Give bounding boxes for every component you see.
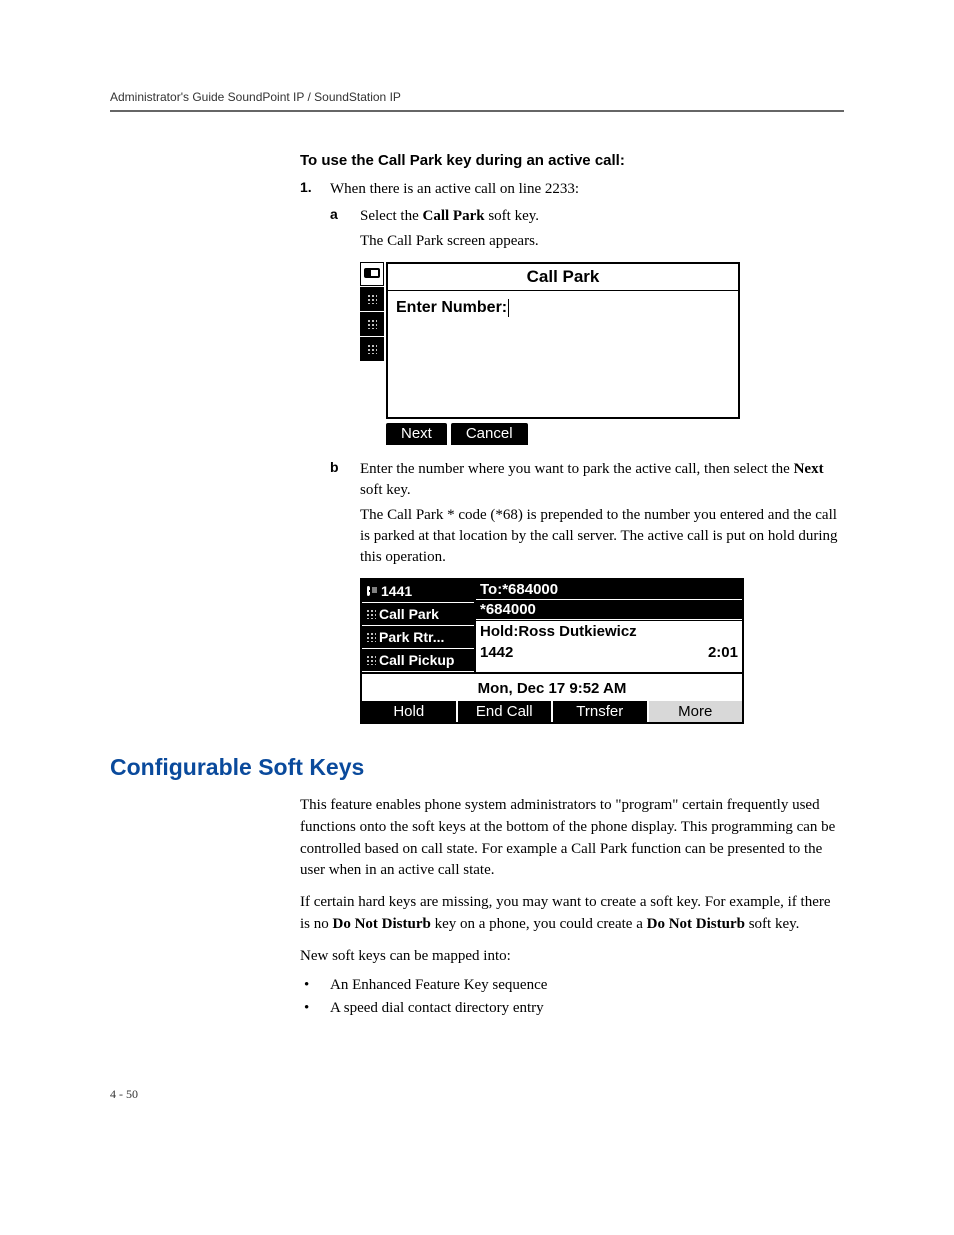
line-label: Call Pickup — [379, 652, 454, 668]
text: key on a phone, you could create a — [431, 916, 647, 932]
call-to-line: To:*684000 — [476, 580, 742, 600]
softkey-endcall[interactable]: End Call — [458, 701, 554, 722]
keypad-icon — [366, 655, 376, 665]
screen-title: Call Park — [388, 264, 738, 291]
substep-b-result: The Call Park * code (*68) is prepended … — [360, 505, 844, 568]
keypad-icon — [366, 609, 376, 619]
call-number-line: *684000 — [476, 600, 742, 620]
substep-a-result: The Call Park screen appears. — [360, 231, 844, 252]
bullet-icon: • — [300, 1000, 330, 1017]
line-key-ext[interactable]: 1441 — [362, 580, 474, 603]
running-header: Administrator's Guide SoundPoint IP / So… — [110, 90, 844, 112]
substep-b: b Enter the number where you want to par… — [330, 459, 844, 501]
text: Enter the number where you want to park … — [360, 461, 794, 477]
substep-marker: a — [330, 206, 360, 227]
paragraph: If certain hard keys are missing, you ma… — [300, 892, 844, 936]
step-number: 1. — [300, 179, 330, 200]
hold-name-row: Hold:Ross Dutkiewicz — [476, 620, 742, 642]
paragraph: This feature enables phone system admini… — [300, 795, 844, 882]
softkey-more[interactable]: More — [649, 701, 743, 722]
keypad-icon — [366, 632, 376, 642]
substep-text: Select the Call Park soft key. — [360, 206, 539, 227]
text: soft key. — [485, 208, 539, 224]
bullet-text: An Enhanced Feature Key sequence — [330, 977, 547, 994]
call-timer: 2:01 — [708, 644, 738, 661]
bullet-item: • A speed dial contact directory entry — [300, 1000, 844, 1017]
enter-number-prompt: Enter Number: — [396, 299, 507, 317]
keypad-icon — [360, 337, 384, 361]
phone-screen-hold: 1441 Call Park Park Rtr... Call Pickup T… — [360, 578, 744, 724]
text-cursor — [508, 299, 509, 317]
key-name: Do Not Disturb — [647, 916, 745, 932]
text: soft key. — [745, 916, 799, 932]
step-text: When there is an active call on line 223… — [330, 179, 579, 200]
keypad-icon — [360, 312, 384, 336]
paragraph: New soft keys can be mapped into: — [300, 946, 844, 968]
text: soft key. — [360, 482, 411, 498]
section-title-configurable-soft-keys: Configurable Soft Keys — [110, 754, 844, 781]
line-key-callpickup[interactable]: Call Pickup — [362, 649, 474, 672]
phone-screen-call-park: Call Park Enter Number: Next Cancel — [360, 262, 740, 445]
substep-text: Enter the number where you want to park … — [360, 459, 844, 501]
line-label: Park Rtr... — [379, 629, 444, 645]
bullet-icon: • — [300, 977, 330, 994]
substep-marker: b — [330, 459, 360, 501]
text: Select the — [360, 208, 422, 224]
softkey-trnsfer[interactable]: Trnsfer — [553, 701, 649, 722]
hold-ext: 1442 — [480, 644, 513, 661]
softkey-name: Next — [794, 461, 824, 477]
handset-icon — [366, 585, 378, 597]
key-name: Do Not Disturb — [333, 916, 431, 932]
page-number: 4 - 50 — [110, 1087, 844, 1102]
procedure-heading: To use the Call Park key during an activ… — [300, 152, 844, 169]
substep-a: a Select the Call Park soft key. — [330, 206, 844, 227]
softkey-hold[interactable]: Hold — [362, 701, 458, 722]
line-label: Call Park — [379, 606, 439, 622]
keypad-icon — [360, 287, 384, 311]
softkey-name: Call Park — [422, 208, 484, 224]
line-key-callpark[interactable]: Call Park — [362, 603, 474, 626]
bullet-item: • An Enhanced Feature Key sequence — [300, 977, 844, 994]
softkey-next[interactable]: Next — [386, 423, 447, 445]
softkey-cancel[interactable]: Cancel — [451, 423, 528, 445]
step-1: 1. When there is an active call on line … — [300, 179, 844, 200]
hold-ext-row: 1442 2:01 — [476, 642, 742, 663]
line-icon — [360, 262, 384, 286]
bullet-text: A speed dial contact directory entry — [330, 1000, 544, 1017]
datetime-bar: Mon, Dec 17 9:52 AM — [362, 674, 742, 701]
line-label: 1441 — [381, 583, 412, 599]
line-key-parkrtr[interactable]: Park Rtr... — [362, 626, 474, 649]
